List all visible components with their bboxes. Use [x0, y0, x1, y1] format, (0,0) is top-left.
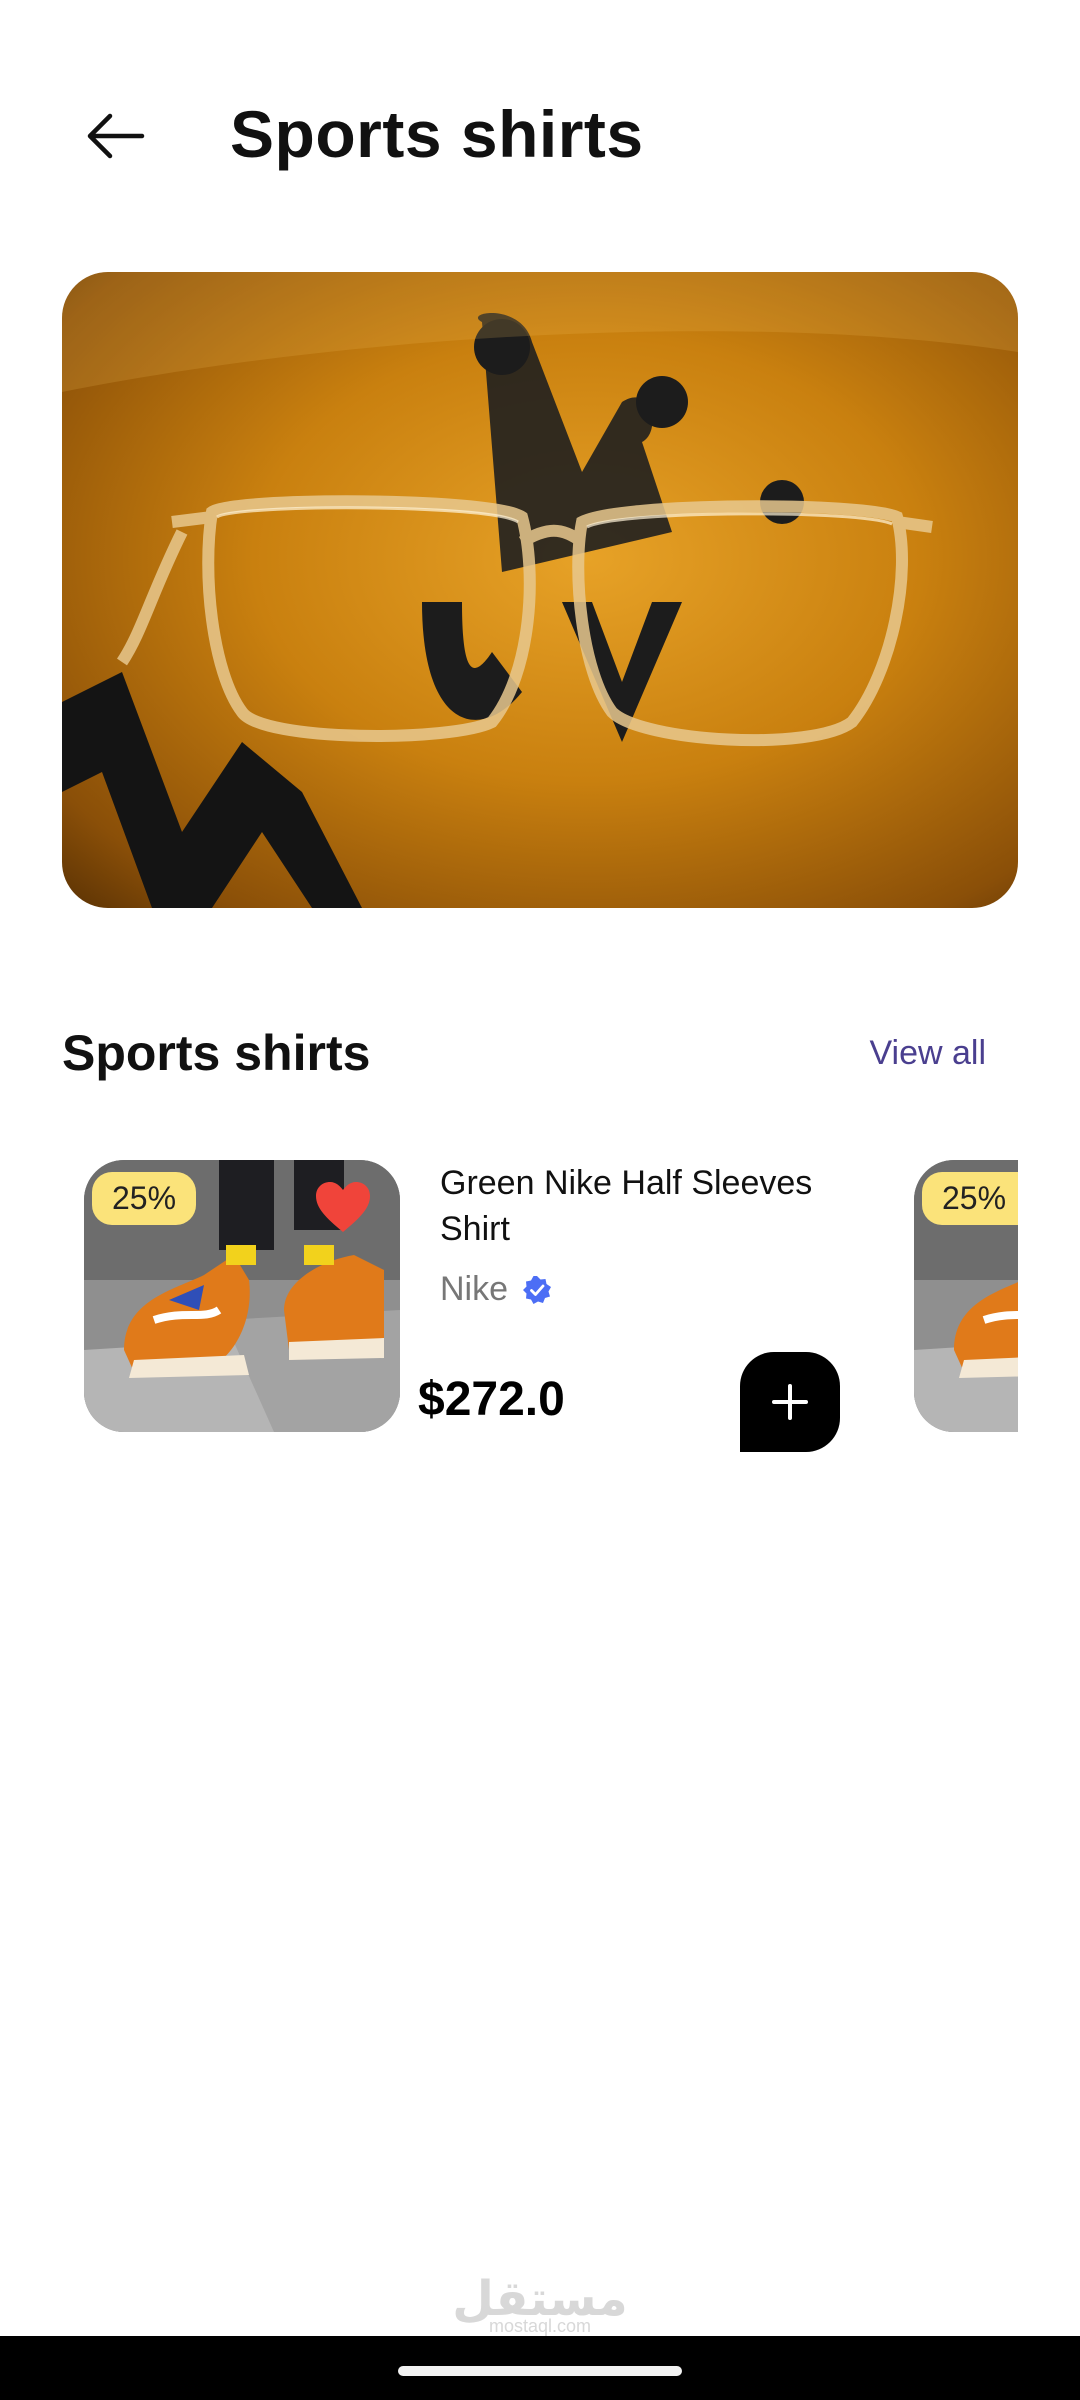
product-price: $272.0	[418, 1373, 565, 1426]
add-to-cart-button[interactable]	[740, 1352, 840, 1452]
plus-icon	[772, 1384, 808, 1420]
arrow-left-icon	[87, 113, 145, 159]
watermark: مستقل mostaql.com	[0, 2276, 1080, 2337]
discount-badge: 25%	[922, 1172, 1018, 1225]
section-title: Sports shirts	[62, 1025, 371, 1081]
product-image[interactable]: 25%	[914, 1160, 1018, 1432]
product-name[interactable]: Green Nike Half Sleeves Shirt	[440, 1160, 860, 1252]
page-title: Sports shirts	[230, 97, 644, 171]
header: Sports shirts	[0, 0, 1080, 240]
banner-image[interactable]	[62, 272, 1018, 908]
favorite-button[interactable]	[314, 1180, 372, 1234]
brand-row: Nike	[440, 1270, 552, 1309]
brand-name: Nike	[440, 1270, 509, 1308]
view-all-link[interactable]: View all	[869, 1034, 986, 1073]
verified-badge-icon	[523, 1275, 552, 1304]
heart-icon	[316, 1182, 370, 1232]
home-indicator[interactable]	[398, 2366, 682, 2376]
eyeglasses-photo	[62, 272, 1018, 908]
back-button[interactable]	[80, 104, 152, 168]
discount-badge: 25%	[92, 1172, 197, 1225]
product-image[interactable]: 25%	[84, 1160, 400, 1432]
watermark-latin: mostaql.com	[488, 2316, 592, 2336]
